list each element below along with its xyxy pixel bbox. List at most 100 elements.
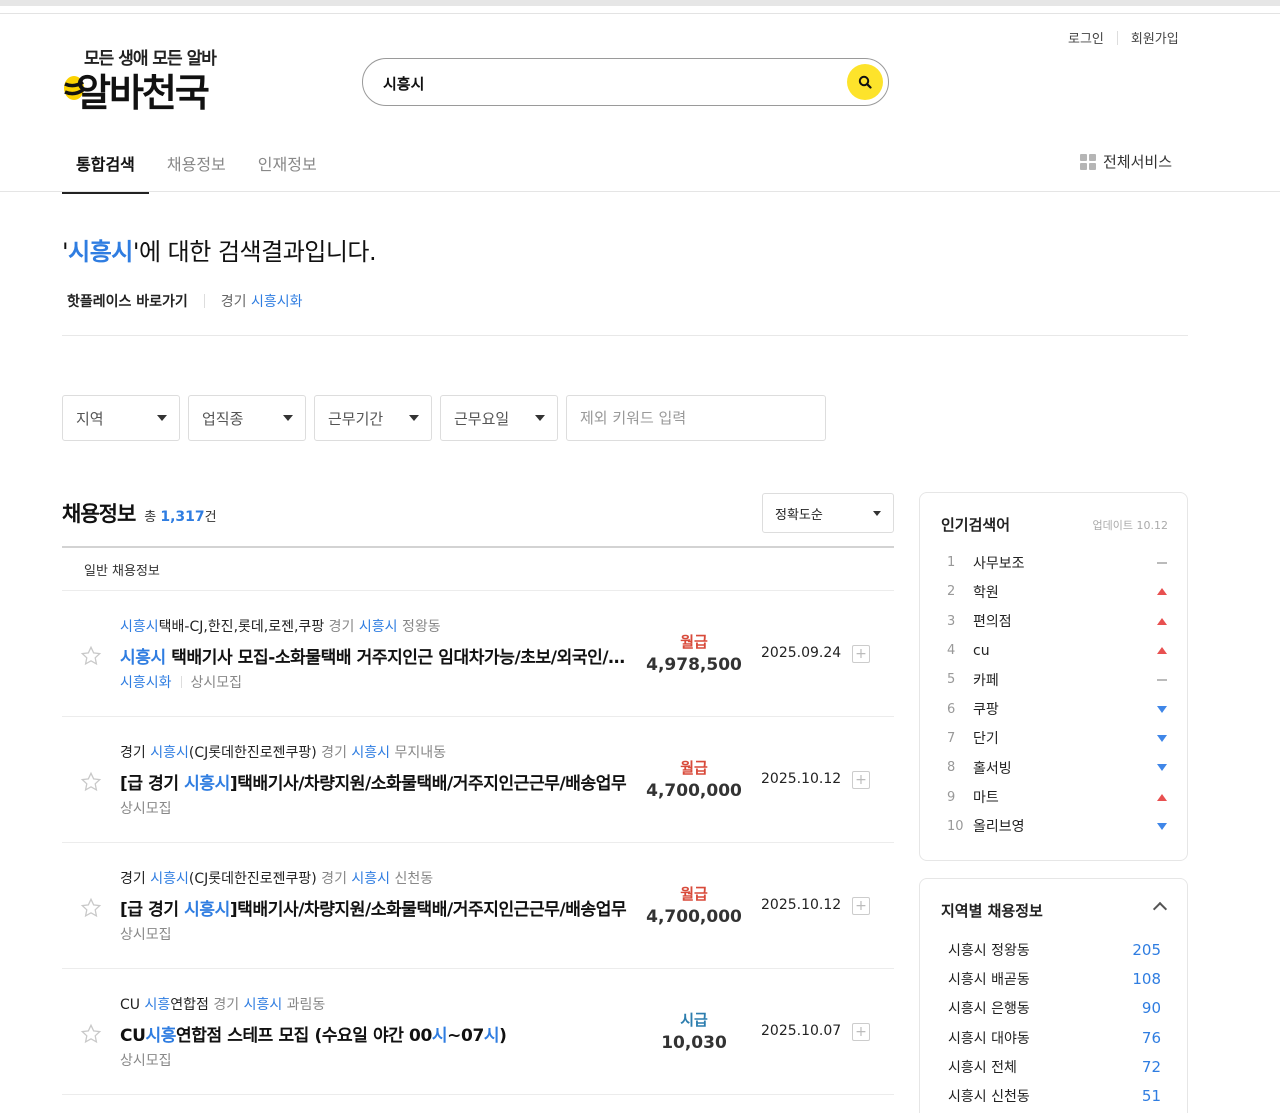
region-count: 205 bbox=[1132, 940, 1161, 959]
popular-updated: 업데이트 10.12 bbox=[1092, 519, 1168, 532]
keyword-rank: 2 bbox=[947, 584, 956, 600]
grid-icon bbox=[1080, 153, 1096, 170]
period-filter[interactable]: 근무기간 bbox=[314, 395, 432, 441]
popular-keyword-item[interactable]: 4 cu bbox=[941, 636, 1169, 665]
exclude-keyword-input[interactable] bbox=[566, 395, 826, 441]
search-button[interactable] bbox=[847, 64, 883, 100]
job-meta: 상시모집 bbox=[120, 1050, 172, 1070]
popular-keyword-item[interactable]: 6 쿠팡 bbox=[941, 694, 1169, 723]
region-item[interactable]: 시흥시 전체 72 bbox=[948, 1052, 1161, 1081]
all-services-button[interactable]: 전체서비스 bbox=[1080, 151, 1172, 172]
pay-type: 월급 bbox=[680, 633, 708, 651]
tab-job-info[interactable]: 채용정보 bbox=[153, 140, 240, 194]
job-row: CU 시흥연합점 경기 시흥시 과림동 CU시흥연합점 스테프 모집 (수요일 … bbox=[62, 969, 894, 1095]
job-company[interactable]: 경기 시흥시(CJ롯데한진로젠쿠팡) 경기 시흥시 신천동 bbox=[120, 868, 433, 888]
company-name: 연합점 bbox=[170, 997, 209, 1013]
title-text: ]택배기사/차량지원/소화물택배/거주지인근근무/배송업무 bbox=[229, 900, 627, 920]
chevron-up-icon[interactable] bbox=[1152, 901, 1168, 917]
tab-talent-info[interactable]: 인재정보 bbox=[244, 140, 331, 194]
popular-keyword-item[interactable]: 5 카페 bbox=[941, 665, 1169, 694]
pay-type: 월급 bbox=[680, 759, 708, 777]
job-date: 2025.10.12 bbox=[761, 897, 842, 913]
star-icon[interactable] bbox=[80, 771, 102, 793]
job-row: 경기 시흥시(CJ롯데한진로젠쿠팡) 경기 시흥시 신천동 [급 경기 시흥시]… bbox=[62, 843, 894, 969]
hotplace-divider bbox=[203, 294, 205, 308]
category-filter-label: 업직종 bbox=[202, 409, 244, 428]
popular-keyword-item[interactable]: 9 마트 bbox=[941, 782, 1169, 811]
trend-down-icon bbox=[1155, 822, 1169, 830]
trend-down-icon bbox=[1155, 764, 1169, 772]
region-item[interactable]: 시흥시 대야동 76 bbox=[948, 1023, 1161, 1052]
popular-keyword-item[interactable]: 10 올리브영 bbox=[941, 812, 1169, 841]
keyword-text: cu bbox=[973, 642, 990, 659]
result-heading: '시흥시'에 대한 검색결과입니다. bbox=[62, 232, 377, 267]
location-district: 정왕동 bbox=[397, 619, 441, 635]
add-icon[interactable]: + bbox=[852, 897, 870, 915]
job-title[interactable]: [급 경기 시흥시]택배기사/차량지원/소화물택배/거주지인근근무/배송업무 bbox=[120, 895, 632, 920]
hotplace-link[interactable]: 경기 시흥시화 bbox=[221, 291, 303, 311]
tab-integrated-search[interactable]: 통합검색 bbox=[62, 140, 149, 194]
logo-name: 알바천국 bbox=[76, 71, 210, 115]
title-highlight: 시흥시 bbox=[184, 900, 230, 920]
category-filter[interactable]: 업직종 bbox=[188, 395, 306, 441]
location-city: 시흥시 bbox=[243, 997, 283, 1013]
job-list-header: 채용정보 총 1,317건 bbox=[62, 498, 217, 528]
popular-keyword-item[interactable]: 1 사무보조 bbox=[941, 548, 1169, 577]
result-keyword: 시흥시 bbox=[68, 238, 133, 266]
login-link[interactable]: 로그인 bbox=[1068, 28, 1104, 47]
region-name: 시흥시 은행동 bbox=[948, 1001, 1030, 1018]
keyword-text: 단기 bbox=[973, 731, 999, 748]
region-count: 76 bbox=[1141, 1028, 1161, 1047]
add-icon[interactable]: + bbox=[852, 771, 870, 789]
popular-keyword-item[interactable]: 2 학원 bbox=[941, 577, 1169, 606]
region-item[interactable]: 시흥시 정왕동 205 bbox=[948, 935, 1161, 964]
job-title[interactable]: [급 경기 시흥시]택배기사/차량지원/소화물택배/거주지인근근무/배송업무 bbox=[120, 769, 632, 794]
job-meta: 시흥시화 상시모집 bbox=[120, 672, 242, 692]
popular-keyword-item[interactable]: 3 편의점 bbox=[941, 607, 1169, 636]
job-title[interactable]: 시흥시 택배기사 모집-소화물택배 거주지인근 임대차가능/초보/외국인/여성 … bbox=[120, 643, 632, 668]
sort-select[interactable]: 정확도순 bbox=[762, 493, 894, 533]
job-company[interactable]: 시흥시택배-CJ,한진,롯데,로젠,쿠팡 경기 시흥시 정왕동 bbox=[120, 616, 441, 636]
job-recruit-period: 상시모집 bbox=[120, 801, 172, 817]
job-recruit-period: 상시모집 bbox=[190, 675, 243, 691]
keyword-text: 카페 bbox=[973, 672, 999, 689]
caret-down-icon bbox=[409, 415, 419, 421]
region-count: 72 bbox=[1141, 1057, 1161, 1076]
job-hotplace-tag[interactable]: 시흥시화 bbox=[120, 672, 172, 692]
trend-up-icon bbox=[1155, 647, 1169, 655]
location-city: 시흥시 bbox=[351, 745, 391, 761]
region-jobs-panel: 지역별 채용정보 시흥시 정왕동 205 시흥시 배곧동 108 시흥시 은행동 90 시흥… bbox=[919, 878, 1188, 1113]
popular-keywords-title: 인기검색어 bbox=[941, 516, 1011, 534]
region-item[interactable]: 시흥시 은행동 90 bbox=[948, 994, 1161, 1023]
region-filter[interactable]: 지역 bbox=[62, 395, 180, 441]
trend-same-icon bbox=[1155, 561, 1169, 564]
star-icon[interactable] bbox=[80, 897, 102, 919]
keyword-text: 쿠팡 bbox=[973, 702, 999, 719]
company-highlight: 시흥시 bbox=[150, 745, 189, 761]
star-icon[interactable] bbox=[80, 645, 102, 667]
location-district: 신천동 bbox=[390, 871, 434, 887]
trend-down-icon bbox=[1155, 705, 1169, 713]
title-highlight: 시흥시 bbox=[184, 774, 230, 794]
region-name: 시흥시 배곧동 bbox=[948, 971, 1030, 988]
days-filter[interactable]: 근무요일 bbox=[440, 395, 558, 441]
popular-keyword-item[interactable]: 8 홀서빙 bbox=[941, 753, 1169, 782]
signup-link[interactable]: 회원가입 bbox=[1131, 28, 1179, 47]
add-icon[interactable]: + bbox=[852, 1023, 870, 1041]
company-name: (CJ롯데한진로젠쿠팡) bbox=[188, 745, 317, 761]
star-icon[interactable] bbox=[80, 1023, 102, 1045]
job-company[interactable]: CU 시흥연합점 경기 시흥시 과림동 bbox=[120, 994, 325, 1014]
region-item[interactable]: 시흥시 신천동 51 bbox=[948, 1081, 1161, 1110]
keyword-rank: 3 bbox=[947, 613, 956, 629]
job-company[interactable]: 경기 시흥시(CJ롯데한진로젠쿠팡) 경기 시흥시 무지내동 bbox=[120, 742, 446, 762]
location-province: 경기 bbox=[324, 619, 359, 635]
job-title[interactable]: CU시흥연합점 스테프 모집 (수요일 야간 00시~07시) bbox=[120, 1021, 632, 1046]
popular-keyword-item[interactable]: 7 단기 bbox=[941, 724, 1169, 753]
region-item[interactable]: 시흥시 배곧동 108 bbox=[948, 964, 1161, 993]
add-icon[interactable]: + bbox=[852, 645, 870, 663]
search-input[interactable] bbox=[383, 71, 823, 95]
location-district: 무지내동 bbox=[390, 745, 447, 761]
utility-links: 로그인 회원가입 bbox=[1068, 28, 1179, 47]
keyword-text: 올리브영 bbox=[973, 819, 1025, 836]
site-logo[interactable]: 모든 생애 모든 알바 알바천국 bbox=[62, 44, 232, 115]
